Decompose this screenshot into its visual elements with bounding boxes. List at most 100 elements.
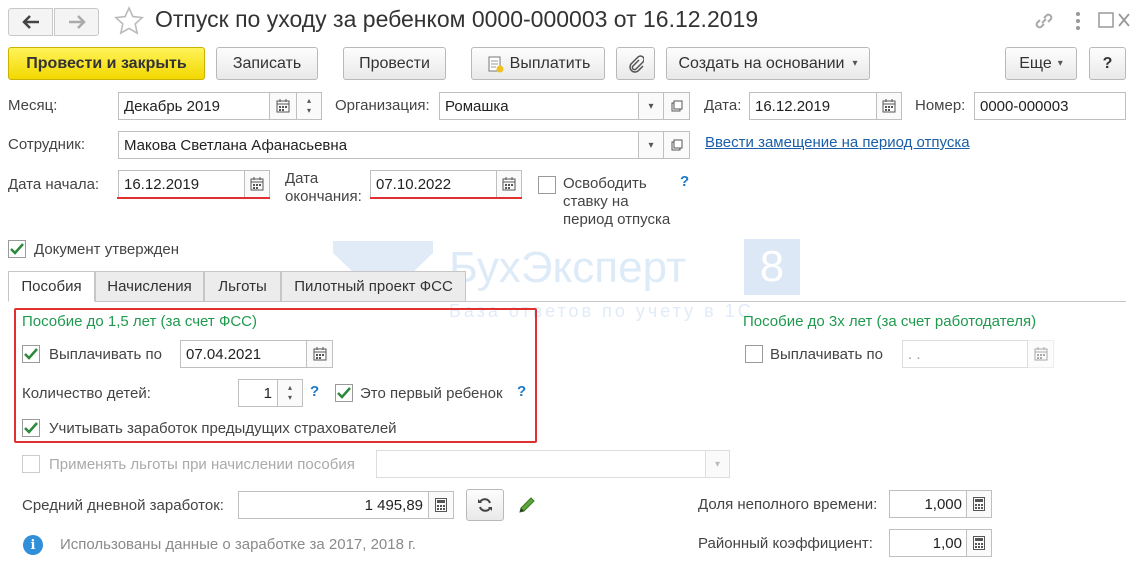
employer-pay-until-checkbox[interactable] [745, 345, 763, 363]
regional-coef-value: 1,00 [932, 534, 962, 552]
dropdown-arrow-icon: ▾ [1057, 58, 1063, 69]
first-child-checkbox[interactable] [335, 384, 353, 402]
part-time-calculator-button[interactable] [966, 490, 992, 518]
info-icon: i [23, 535, 43, 555]
forward-button[interactable] [54, 8, 99, 36]
employer-pay-until-field[interactable]: . . [902, 340, 1028, 368]
tab-fss-pilot[interactable]: Пилотный проект ФСС [281, 271, 466, 302]
calendar-icon [250, 177, 264, 191]
post-and-close-button[interactable]: Провести и закрыть [8, 47, 205, 80]
link-icon[interactable] [1033, 10, 1055, 36]
children-count-label: Количество детей: [22, 385, 151, 402]
apply-benefits-label: Применять льготы при начислении пособия [49, 456, 355, 473]
calculator-icon [435, 498, 447, 512]
organization-dropdown-button[interactable]: ▾ [638, 92, 664, 120]
help-button[interactable]: ? [1089, 47, 1126, 80]
calendar-icon [882, 99, 896, 113]
replacement-link[interactable]: Ввести замещение на период отпуска [705, 134, 970, 151]
end-date-highlight [370, 197, 522, 199]
avg-earnings-value: 1 495,89 [364, 496, 423, 514]
prev-insurers-checkbox[interactable] [22, 419, 40, 437]
number-field[interactable]: 0000-000003 [974, 92, 1126, 120]
employee-dropdown-button[interactable]: ▾ [638, 131, 664, 159]
maximize-icon[interactable] [1098, 12, 1114, 32]
avg-earnings-field[interactable]: 1 495,89 [238, 491, 429, 519]
part-time-value: 1,000 [924, 495, 962, 513]
start-date-calendar-button[interactable] [244, 170, 270, 198]
post-button[interactable]: Провести [343, 47, 446, 80]
employer-pay-until-calendar-button[interactable] [1027, 340, 1054, 368]
prev-insurers-label: Учитывать заработок предыдущих страховат… [49, 420, 397, 437]
dropdown-arrow-icon: ▾ [714, 458, 721, 470]
number-label: Номер: [915, 97, 966, 114]
apply-benefits-dropdown-button[interactable]: ▾ [705, 450, 730, 478]
more-button[interactable]: Еще ▾ [1005, 47, 1077, 80]
back-button[interactable] [8, 8, 53, 36]
approved-label: Документ утвержден [34, 241, 179, 258]
pay-until-label: Выплачивать по [49, 346, 162, 363]
calendar-icon [1034, 347, 1047, 361]
fss-benefit-title: Пособие до 1,5 лет (за счет ФСС) [22, 313, 258, 330]
tab-privileges[interactable]: Льготы [204, 271, 281, 302]
organization-field[interactable]: Ромашка [439, 92, 639, 120]
pay-until-calendar-button[interactable] [306, 340, 333, 368]
spin-down-icon: ▾ [287, 393, 292, 402]
tab-accruals[interactable]: Начисления [95, 271, 204, 302]
avg-earnings-calculator-button[interactable] [428, 491, 454, 519]
document-pay-icon [488, 56, 504, 72]
free-rate-help-icon[interactable]: ? [680, 173, 689, 190]
date-field[interactable]: 16.12.2019 [749, 92, 877, 120]
organization-open-button[interactable] [663, 92, 690, 120]
employer-pay-until-label: Выплачивать по [770, 346, 883, 363]
children-count-spinner[interactable]: ▴ ▾ [277, 379, 303, 407]
calculator-icon [973, 536, 985, 550]
pay-button[interactable]: Выплатить [471, 47, 605, 80]
pay-until-checkbox[interactable] [22, 345, 40, 363]
part-time-field[interactable]: 1,000 [889, 490, 967, 518]
month-field[interactable]: Декабрь 2019 [118, 92, 270, 120]
attach-button[interactable] [616, 47, 655, 80]
save-button[interactable]: Записать [216, 47, 318, 80]
first-child-help-icon[interactable]: ? [517, 383, 526, 400]
employee-field[interactable]: Макова Светлана Афанасьевна [118, 131, 639, 159]
apply-benefits-select[interactable] [376, 450, 706, 478]
free-rate-label-2: ставку на [563, 193, 629, 210]
edit-pencil-icon[interactable] [517, 495, 537, 519]
end-date-calendar-button[interactable] [496, 170, 522, 198]
start-date-field[interactable]: 16.12.2019 [118, 170, 245, 198]
more-vertical-icon[interactable] [1074, 11, 1082, 35]
refresh-earnings-button[interactable] [466, 489, 504, 521]
arrow-right-icon [68, 15, 86, 29]
calendar-icon [502, 177, 516, 191]
calendar-icon [313, 347, 326, 361]
end-date-label-line1: Дата [285, 170, 319, 187]
employee-open-button[interactable] [663, 131, 690, 159]
dropdown-arrow-icon: ▾ [648, 139, 654, 151]
favorite-star-icon[interactable] [113, 6, 145, 40]
close-icon[interactable] [1118, 12, 1130, 32]
regional-coef-field[interactable]: 1,00 [889, 529, 967, 557]
tab-benefits[interactable]: Пособия [8, 271, 95, 302]
create-based-on-button[interactable]: Создать на основании ▾ [666, 47, 870, 80]
dropdown-arrow-icon: ▾ [852, 58, 858, 69]
regional-coef-calculator-button[interactable] [966, 529, 992, 557]
children-help-icon[interactable]: ? [310, 383, 319, 400]
calendar-icon [276, 99, 290, 113]
spin-down-icon: ▾ [306, 106, 311, 115]
children-count-field[interactable]: 1 [238, 379, 278, 407]
end-date-field[interactable]: 07.10.2022 [370, 170, 497, 198]
approved-checkbox[interactable] [8, 240, 26, 258]
regional-coef-label: Районный коэффициент: [698, 535, 873, 552]
spin-up-icon: ▴ [287, 383, 292, 392]
dropdown-arrow-icon: ▾ [648, 100, 654, 112]
free-rate-label-1: Освободить [563, 175, 647, 192]
month-spinner[interactable]: ▴ ▾ [296, 92, 322, 120]
date-calendar-button[interactable] [876, 92, 902, 120]
pay-label: Выплатить [509, 54, 591, 72]
part-time-label: Доля неполного времени: [698, 496, 878, 513]
pay-until-field[interactable]: 07.04.2021 [180, 340, 307, 368]
children-count-value: 1 [263, 384, 272, 402]
free-rate-checkbox[interactable] [538, 176, 556, 194]
month-calendar-button[interactable] [269, 92, 297, 120]
apply-benefits-checkbox[interactable] [22, 455, 40, 473]
